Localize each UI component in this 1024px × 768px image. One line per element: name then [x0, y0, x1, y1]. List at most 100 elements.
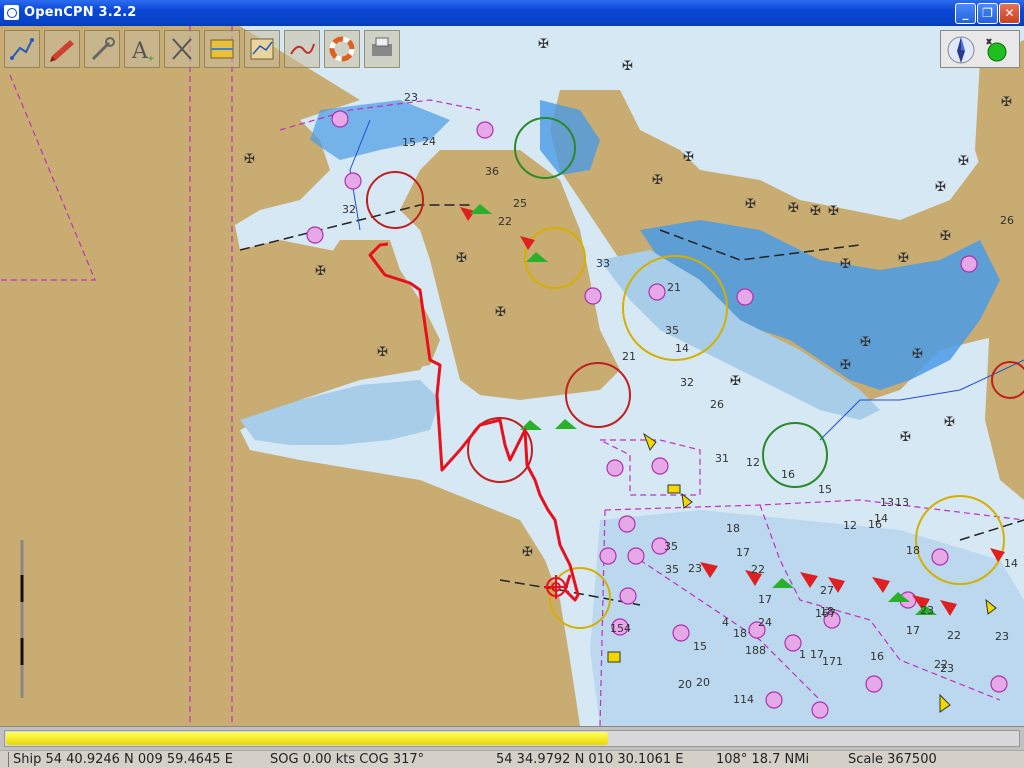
sounding-label: 12 [843, 519, 857, 532]
clear-track-button[interactable] [164, 30, 200, 68]
svg-text:✠: ✠ [538, 36, 549, 51]
sounding-label: 22 [498, 215, 512, 228]
minimize-button[interactable]: _ [955, 3, 976, 24]
status-scale: Scale 367500 [848, 752, 937, 767]
svg-text:A: A [131, 39, 149, 64]
sounding-label: 26 [1000, 214, 1014, 227]
window-titlebar: OpenCPN 3.2.2 _ ❐ ✕ [0, 0, 1024, 26]
svg-text:✠: ✠ [840, 256, 851, 271]
svg-text:✠: ✠ [522, 544, 533, 559]
sounding-label: 22 [751, 563, 765, 576]
nautical-chart: ✠ ✠ ✠ ✠ ✠ ✠ ✠ ✠ ✠ ✠ ✠ ✠ ✠ ✠ ✠ ✠ ✠ ✠ ✠ ✠ ✠ ✠ ✠ ✠ ✠ ✠ 2… [0, 26, 1024, 726]
svg-text:✠: ✠ [495, 304, 506, 319]
sounding-label: 14 [675, 342, 689, 355]
sounding-label: 154 [610, 622, 631, 635]
sounding-label: 23 [404, 91, 418, 104]
track-button[interactable] [284, 30, 320, 68]
sounding-label: 15 [402, 136, 416, 149]
compass-widget[interactable] [940, 30, 1020, 68]
sounding-label: 12 [746, 456, 760, 469]
sounding-label: 114 [733, 693, 754, 706]
svg-text:✠: ✠ [745, 196, 756, 211]
svg-text:+: + [148, 54, 154, 64]
main-toolbar: A + [4, 30, 404, 70]
svg-text:✠: ✠ [940, 228, 951, 243]
sounding-label: 35 [665, 324, 679, 337]
track-icon [290, 43, 315, 55]
ship-icon [50, 40, 74, 62]
sounding-label: 22 [947, 629, 961, 642]
sounding-label: 15 [693, 640, 707, 653]
progress-fill [6, 732, 609, 745]
svg-text:✠: ✠ [244, 151, 255, 166]
svg-text:✠: ✠ [622, 58, 633, 73]
sounding-label: 33 [596, 257, 610, 270]
svg-text:✠: ✠ [652, 172, 663, 187]
print-button[interactable] [364, 30, 400, 68]
svg-text:✠: ✠ [377, 344, 388, 359]
sounding-label: 17 [906, 624, 920, 637]
settings-wrench-icon [91, 37, 115, 61]
status-bearing-distance: 108° 18.7 NMi [716, 752, 810, 767]
settings-wrench-button[interactable] [84, 30, 120, 68]
progress-track [4, 730, 1020, 747]
maximize-button[interactable]: ❐ [977, 3, 998, 24]
svg-text:✠: ✠ [840, 357, 851, 372]
sounding-label: 27 [820, 584, 834, 597]
svg-text:✠: ✠ [900, 429, 911, 444]
sounding-label: 1 [799, 648, 806, 661]
sounding-label: 24 [758, 616, 772, 629]
lifebuoy-button[interactable] [324, 30, 360, 68]
sounding-label: 32 [680, 376, 694, 389]
text-annotation-button[interactable]: A + [124, 30, 160, 68]
sounding-label: 35 [665, 563, 679, 576]
sounding-label: 36 [485, 165, 499, 178]
compass-north-icon [947, 36, 1007, 64]
sounding-label: 32 [342, 203, 356, 216]
svg-text:✠: ✠ [958, 153, 969, 168]
ship-button[interactable] [44, 30, 80, 68]
svg-text:✠: ✠ [912, 346, 923, 361]
status-ship-position: Ship 54 40.9246 N 009 59.4645 E [13, 752, 233, 767]
app-icon [4, 5, 19, 20]
route-button[interactable] [4, 30, 40, 68]
progress-area [0, 726, 1024, 750]
sounding-label: 21 [622, 350, 636, 363]
chart-canvas[interactable]: ✠ ✠ ✠ ✠ ✠ ✠ ✠ ✠ ✠ ✠ ✠ ✠ ✠ ✠ ✠ ✠ ✠ ✠ ✠ ✠ ✠ ✠ ✠ ✠ ✠ ✠ 2… [0, 26, 1024, 726]
chart-quilt-button[interactable] [244, 30, 280, 68]
sounding-label: 16 [781, 468, 795, 481]
print-icon [372, 37, 392, 56]
svg-text:✠: ✠ [456, 250, 467, 265]
status-bar: Ship 54 40.9246 N 009 59.4645 E SOG 0.00… [0, 750, 1024, 768]
sounding-label: 13 [895, 496, 909, 509]
window-title: OpenCPN 3.2.2 [24, 5, 137, 20]
sounding-label: 16 [870, 650, 884, 663]
svg-text:✠: ✠ [315, 263, 326, 278]
sounding-label: 24 [422, 135, 436, 148]
sounding-label: 20 [678, 678, 692, 691]
sounding-label: 188 [745, 644, 766, 657]
sounding-label: 20 [696, 676, 710, 689]
sounding-label: 25 [513, 197, 527, 210]
layers-icon [210, 39, 234, 59]
sounding-label: 171 [822, 655, 843, 668]
clear-track-icon [172, 38, 192, 60]
lifebuoy-icon [329, 36, 355, 62]
layers-button[interactable] [204, 30, 240, 68]
sounding-label: 35 [664, 540, 678, 553]
svg-text:✠: ✠ [810, 203, 821, 218]
svg-text:✠: ✠ [1001, 94, 1012, 109]
sounding-label: 14 [1004, 557, 1018, 570]
svg-text:✠: ✠ [683, 149, 694, 164]
close-button[interactable]: ✕ [999, 3, 1020, 24]
svg-text:✠: ✠ [788, 200, 799, 215]
sounding-label: 14 [874, 512, 888, 525]
sounding-label: 17 [736, 546, 750, 559]
route-icon [10, 38, 34, 60]
status-sog-cog: SOG 0.00 kts COG 317° [270, 752, 425, 767]
svg-text:✠: ✠ [944, 414, 955, 429]
sounding-label: 18 [733, 627, 747, 640]
sounding-label: 21 [667, 281, 681, 294]
chart-quilt-icon [250, 38, 274, 60]
sounding-label: 15 [818, 483, 832, 496]
